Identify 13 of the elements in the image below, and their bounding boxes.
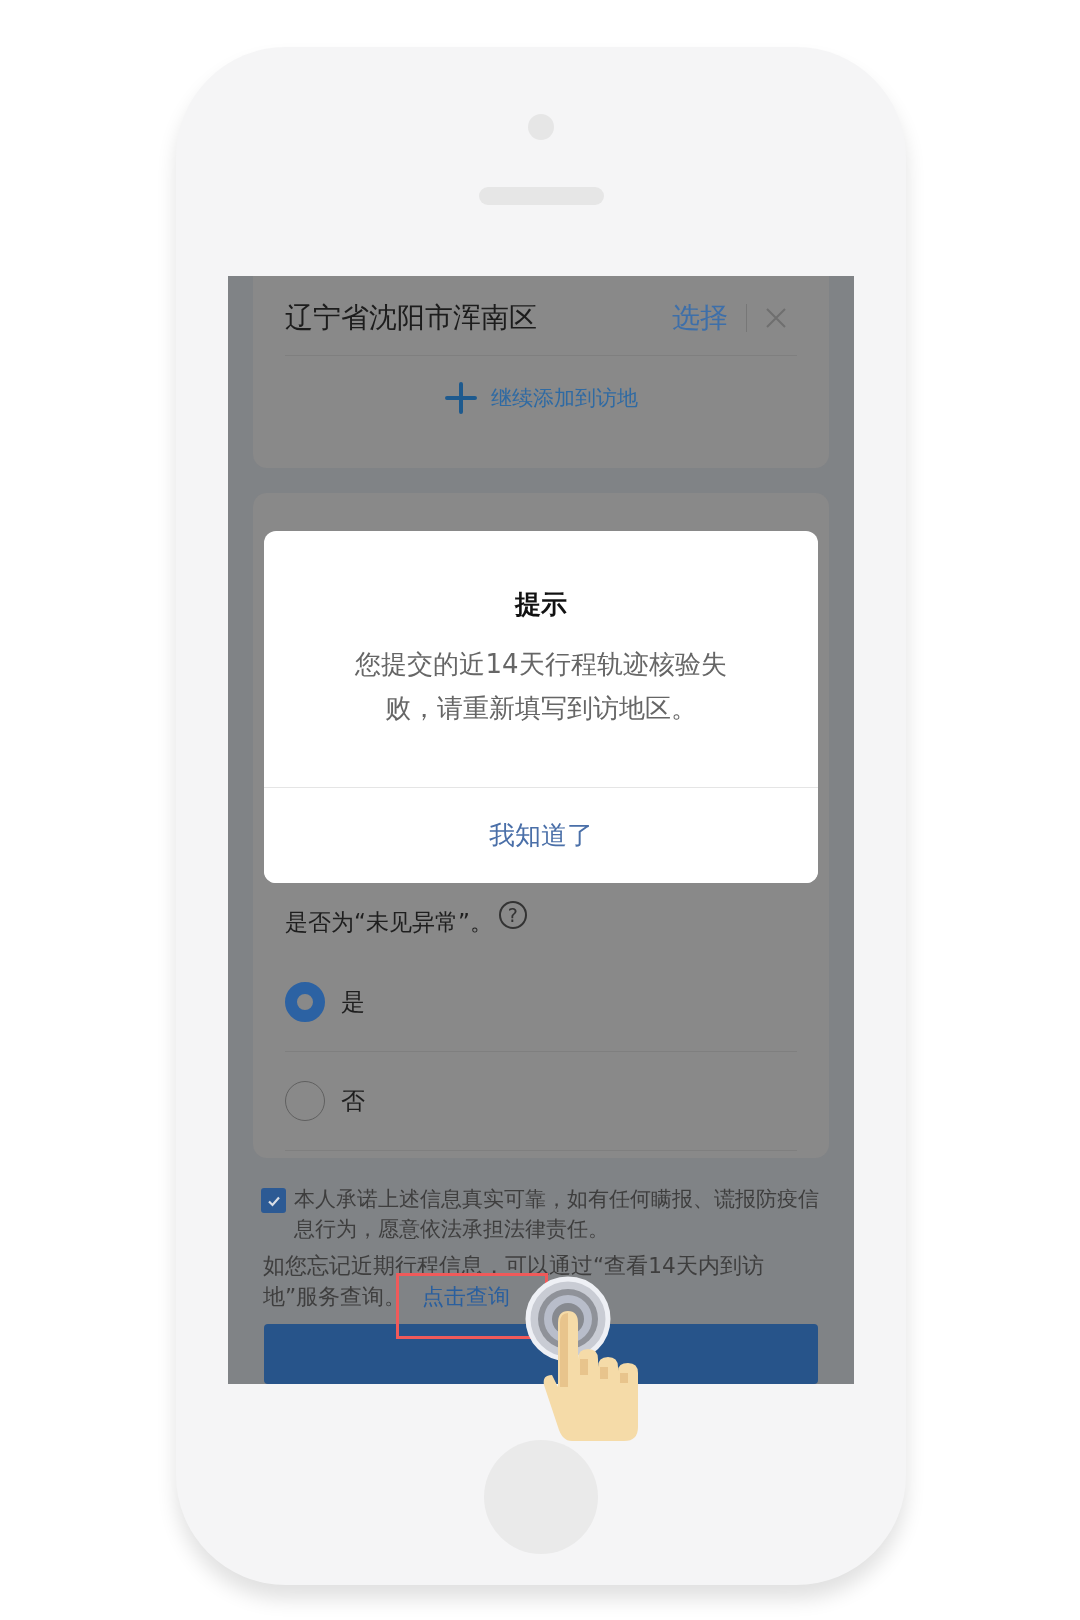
radio-option[interactable]: 否 xyxy=(285,1051,797,1151)
radio-option[interactable]: 是 xyxy=(285,952,797,1052)
question-text: 是否为“未见异常”。 xyxy=(285,908,493,938)
radio-button[interactable] xyxy=(285,981,325,1022)
dialog-message: 您提交的近14天行程轨迹核验失败，请重新填写到访地区。 xyxy=(354,648,728,725)
plus-icon xyxy=(444,382,477,414)
help-icon[interactable]: ? xyxy=(498,900,527,929)
close-icon[interactable] xyxy=(765,306,787,329)
pledge-text: 本人承诺上述信息真实可靠，如有任何瞒报、谎报防疫信息行为，愿意依法承担法律责任。 xyxy=(294,1186,820,1243)
dialog-title: 提示 xyxy=(515,588,567,621)
location-text: 辽宁省沈阳市浑南区 xyxy=(285,299,538,336)
checkbox[interactable] xyxy=(261,1188,286,1213)
acknowledge-button[interactable]: 我知道了 xyxy=(264,787,818,883)
